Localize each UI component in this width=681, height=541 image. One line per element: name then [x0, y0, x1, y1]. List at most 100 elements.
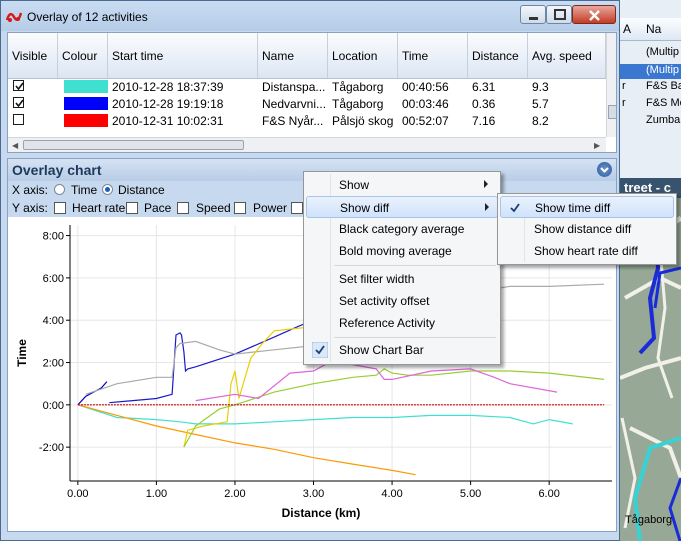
start-time-cell: 2010-12-31 10:02:31 [112, 114, 224, 128]
visible-checkbox[interactable] [13, 97, 24, 108]
menu-item-set-activity-offset[interactable]: Set activity offset [306, 290, 498, 312]
x-axis-distance-label[interactable]: Distance [118, 183, 165, 197]
grid-vertical-scrollbar[interactable] [606, 33, 616, 137]
menu-separator [334, 337, 496, 338]
y-tick-label: 0:00 [43, 400, 64, 412]
x-tick-label: 2.00 [224, 488, 245, 500]
vertical-scroll-thumb[interactable] [608, 105, 616, 119]
colour-swatch[interactable] [64, 80, 108, 93]
x-axis-distance-radio[interactable] [102, 184, 113, 195]
background-row[interactable]: r F&S Ba [620, 80, 681, 95]
menu-item-show-heart-rate-diff[interactable]: Show heart rate diff [500, 240, 674, 262]
close-button[interactable] [572, 5, 616, 24]
speed-cell: 9.3 [532, 80, 549, 94]
menu-item-show[interactable]: Show [306, 174, 498, 196]
menu-item-set-filter-width[interactable]: Set filter width [306, 268, 498, 290]
pace-checkbox[interactable] [126, 202, 138, 214]
y-tick-label: 6:00 [43, 273, 64, 285]
column-header-name[interactable]: Name [258, 33, 328, 78]
grid-horizontal-scrollbar[interactable]: ◀ ▶ [8, 137, 606, 152]
check-icon [15, 99, 24, 108]
background-row[interactable]: Zumba [620, 114, 681, 129]
background-grid-header[interactable]: A Na [620, 18, 681, 41]
scroll-left-icon[interactable]: ◀ [12, 141, 18, 150]
time-cell: 00:03:46 [402, 97, 449, 111]
menu-item-bold-moving-average[interactable]: Bold moving average [306, 240, 498, 262]
menu-item-black-category-average[interactable]: Black category average [306, 218, 498, 240]
speed-cell: 8.2 [532, 114, 549, 128]
x-tick-label: 3.00 [303, 488, 324, 500]
background-row-label: F&S Mo [646, 97, 681, 109]
x-tick-label: 5.00 [460, 488, 481, 500]
column-header-distance[interactable]: Distance [468, 33, 528, 78]
background-row-label: Zumba [646, 114, 681, 126]
menu-item-show-time-diff[interactable]: Show time diff [500, 196, 674, 218]
x-tick-label: 4.00 [381, 488, 402, 500]
heart-rate-checkbox[interactable] [54, 202, 66, 214]
colour-swatch[interactable] [64, 114, 108, 127]
submenu-arrow-icon [484, 180, 488, 188]
location-cell: Tågaborg [332, 97, 384, 111]
show-diff-submenu: Show time diff Show distance diff Show h… [497, 193, 677, 265]
menu-item-show-chart-bar[interactable]: Show Chart Bar [306, 339, 498, 361]
maximize-button[interactable] [546, 5, 572, 24]
activity-grid: Visible Colour Start time Name Location … [7, 32, 617, 153]
check-icon [312, 342, 328, 358]
location-cell: Tågaborg [332, 80, 384, 94]
x-axis-time-radio[interactable] [54, 184, 65, 195]
power-label[interactable]: Power [253, 201, 287, 215]
table-row[interactable]: 2010-12-31 10:02:31 F&S Nyår... Pålsjö s… [8, 113, 606, 128]
speed-label[interactable]: Speed [196, 201, 231, 215]
table-row[interactable]: 2010-12-28 18:37:39 Distanspa... Tågabor… [8, 79, 606, 94]
menu-item-show-diff[interactable]: Show diff [306, 196, 498, 218]
y-axis-label: Y axis: [12, 201, 48, 215]
background-row[interactable]: rF&S Mo [620, 97, 681, 112]
column-header-time[interactable]: Time [398, 33, 468, 78]
extra-option-checkbox[interactable] [291, 202, 303, 214]
scroll-right-icon[interactable]: ▶ [594, 141, 600, 150]
horizontal-scroll-thumb[interactable] [23, 140, 244, 150]
column-header-visible[interactable]: Visible [8, 33, 58, 78]
app-icon [6, 12, 22, 22]
x-tick-label: 6.00 [538, 488, 559, 500]
time-cell: 00:52:07 [402, 114, 449, 128]
column-header-location[interactable]: Location [328, 33, 398, 78]
background-row-label: (Multip [646, 64, 680, 76]
table-row[interactable]: 2010-12-28 19:19:18 Nedvarvni... Tågabor… [8, 96, 606, 111]
y-tick-label: 4:00 [43, 315, 64, 327]
submenu-arrow-icon [485, 203, 489, 211]
location-cell: Pålsjö skog [332, 114, 394, 128]
column-header-avg-speed[interactable]: Avg. speed [528, 33, 606, 78]
name-cell: F&S Nyår... [262, 114, 324, 128]
name-cell: Distanspa... [262, 80, 326, 94]
panel-title: Overlay chart [12, 162, 102, 178]
check-icon [15, 82, 24, 91]
column-header-start-time[interactable]: Start time [108, 33, 258, 78]
menu-item-reference-activity[interactable]: Reference Activity [306, 312, 498, 334]
x-axis-time-label[interactable]: Time [71, 183, 97, 197]
speed-checkbox[interactable] [177, 202, 189, 214]
column-header-colour[interactable]: Colour [58, 33, 108, 78]
series-line-2 [77, 404, 573, 425]
check-icon [510, 203, 520, 213]
chevron-down-icon [600, 167, 609, 173]
x-axis-title: Distance (km) [282, 506, 361, 520]
y-axis-title: Time [15, 339, 29, 367]
visible-checkbox[interactable] [13, 80, 24, 91]
colour-swatch[interactable] [64, 97, 108, 110]
x-axis-label: X axis: [12, 183, 49, 197]
start-time-cell: 2010-12-28 18:37:39 [112, 80, 224, 94]
map-place-label: Tågaborg [625, 514, 673, 526]
title-bar[interactable]: Overlay of 12 activities [1, 1, 619, 31]
pace-label[interactable]: Pace [144, 201, 171, 215]
y-tick-label: 2:00 [43, 358, 64, 370]
heart-rate-label[interactable]: Heart rate [72, 201, 125, 215]
close-icon [589, 10, 600, 21]
background-row[interactable]: (Multip [620, 46, 681, 61]
minimize-button[interactable] [520, 5, 546, 24]
menu-item-show-distance-diff[interactable]: Show distance diff [500, 218, 674, 240]
visible-checkbox[interactable] [13, 114, 24, 125]
background-row-selected[interactable]: (Multip [620, 64, 681, 79]
power-checkbox[interactable] [234, 202, 246, 214]
panel-menu-button[interactable] [597, 162, 612, 177]
